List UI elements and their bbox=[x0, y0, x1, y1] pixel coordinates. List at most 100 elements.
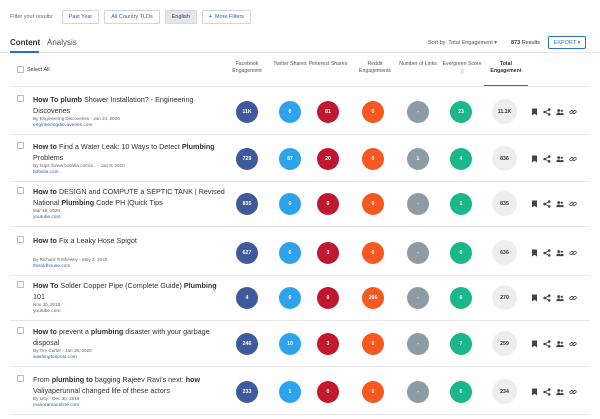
col-facebook[interactable]: Facebook Engagement bbox=[225, 61, 269, 75]
people-icon[interactable] bbox=[556, 108, 564, 116]
article-title-link[interactable]: How to Fix a Leaky Hose Spigot bbox=[33, 236, 229, 247]
share-icon[interactable] bbox=[543, 108, 551, 116]
total-engagement-badge: 11.1K bbox=[492, 99, 517, 124]
article-title-link[interactable]: How To plumb Shower Installation? - Engi… bbox=[33, 95, 229, 116]
article-meta: Mar 15, 2020 bbox=[33, 208, 61, 213]
keyword-highlight: How to bbox=[33, 142, 57, 151]
article-domain-link[interactable]: manoramaonline.com bbox=[33, 403, 79, 408]
article-title-link[interactable]: From plumbing to bagging Rajeev Ravi's n… bbox=[33, 375, 229, 396]
share-icon[interactable] bbox=[543, 340, 551, 348]
keyword-highlight: How To bbox=[33, 281, 59, 290]
share-icon[interactable] bbox=[543, 249, 551, 257]
pinterest-metric-badge: 20 bbox=[317, 148, 339, 170]
bookmark-icon[interactable] bbox=[530, 200, 538, 208]
row-checkbox[interactable] bbox=[17, 142, 24, 149]
people-icon[interactable] bbox=[556, 155, 564, 163]
more-filters-button[interactable]: + More Filters bbox=[201, 10, 252, 24]
bookmark-icon[interactable] bbox=[530, 388, 538, 396]
article-title-link[interactable]: How to prevent a plumbing disaster with … bbox=[33, 327, 229, 348]
result-row: From plumbing to bagging Rajeev Ravi's n… bbox=[0, 370, 600, 416]
filter-english-button[interactable]: English bbox=[164, 10, 197, 24]
article-domain-link[interactable]: washingtonpost.com bbox=[33, 355, 77, 360]
bookmark-icon[interactable] bbox=[530, 249, 538, 257]
share-icon[interactable] bbox=[543, 200, 551, 208]
row-checkbox[interactable] bbox=[17, 95, 24, 102]
col-total[interactable]: Total Engagement bbox=[484, 61, 528, 75]
col-pinterest[interactable]: Pinterest Shares bbox=[306, 61, 350, 68]
article-title-link[interactable]: How to DESIGN and COMPUTE a SEPTIC TANK … bbox=[33, 187, 229, 208]
select-all-checkbox[interactable] bbox=[17, 66, 24, 73]
link-icon[interactable] bbox=[569, 108, 577, 116]
twitter-metric-badge: 0 bbox=[279, 287, 301, 309]
col-reddit[interactable]: Reddit Engagements bbox=[353, 61, 397, 75]
row-checkbox[interactable] bbox=[17, 375, 24, 382]
row-checkbox[interactable] bbox=[17, 236, 24, 243]
col-evergreen-label: Evergreen Score bbox=[442, 61, 482, 67]
row-actions bbox=[530, 294, 582, 302]
people-icon[interactable] bbox=[556, 249, 564, 257]
share-icon[interactable] bbox=[543, 388, 551, 396]
article-title-link[interactable]: How to Find a Water Leak: 10 Ways to Det… bbox=[33, 142, 229, 163]
article-domain-link[interactable]: youtube.com bbox=[33, 309, 60, 314]
row-checkbox[interactable] bbox=[17, 327, 24, 334]
title-text: Valiyaperunnal changed life of these act… bbox=[33, 385, 170, 395]
facebook-metric-badge: 4 bbox=[236, 287, 258, 309]
title-text: From bbox=[33, 375, 52, 384]
sort-dropdown[interactable]: Sort by: Total Engagement ▾ bbox=[428, 40, 497, 46]
link-icon[interactable] bbox=[569, 249, 577, 257]
row-actions bbox=[530, 200, 582, 208]
reddit-metric-badge: 0 bbox=[362, 193, 384, 215]
people-icon[interactable] bbox=[556, 340, 564, 348]
links-metric-badge: 1 bbox=[407, 148, 429, 170]
links-metric-badge: - bbox=[407, 193, 429, 215]
tab-content[interactable]: Content bbox=[10, 38, 40, 47]
pinterest-metric-badge: 3 bbox=[317, 333, 339, 355]
link-icon[interactable] bbox=[569, 388, 577, 396]
article-domain-link[interactable]: bobvila.com bbox=[33, 170, 59, 175]
active-tab-indicator bbox=[10, 51, 39, 53]
article-title-link[interactable]: How To Solder Copper Pipe (Complete Guid… bbox=[33, 281, 229, 302]
title-text: Fix a Leaky Hose Spigot bbox=[56, 236, 137, 245]
evergreen-metric-badge: 23 bbox=[450, 101, 472, 123]
col-links[interactable]: Number of Links bbox=[396, 61, 440, 68]
title-text: Code PH |Quick Tips bbox=[94, 197, 163, 207]
total-engagement-badge: 259 bbox=[492, 331, 517, 356]
share-icon[interactable] bbox=[543, 155, 551, 163]
links-metric-badge: - bbox=[407, 381, 429, 403]
export-button[interactable]: EXPORT ▾ bbox=[548, 36, 586, 49]
bookmark-icon[interactable] bbox=[530, 340, 538, 348]
tab-analysis[interactable]: Analysis bbox=[47, 38, 77, 47]
link-icon[interactable] bbox=[569, 155, 577, 163]
chevron-down-icon: ▾ bbox=[494, 40, 498, 46]
article-meta: By Tim Carter - Jan 28, 2020 bbox=[33, 348, 92, 353]
bookmark-icon[interactable] bbox=[530, 294, 538, 302]
total-engagement-badge: 234 bbox=[492, 379, 517, 404]
people-icon[interactable] bbox=[556, 294, 564, 302]
link-icon[interactable] bbox=[569, 200, 577, 208]
people-icon[interactable] bbox=[556, 200, 564, 208]
filter-country-tlds-button[interactable]: All Country TLDs bbox=[104, 10, 160, 24]
link-icon[interactable] bbox=[569, 294, 577, 302]
share-icon[interactable] bbox=[543, 294, 551, 302]
more-filters-label: More Filters bbox=[215, 14, 245, 20]
filter-past-year-button[interactable]: Past Year bbox=[61, 10, 100, 24]
article-domain-link[interactable]: engineeringdiscoveries.com bbox=[33, 123, 92, 128]
bookmark-icon[interactable] bbox=[530, 155, 538, 163]
col-evergreen[interactable]: Evergreen Score ⓘ bbox=[440, 61, 484, 76]
plus-icon: + bbox=[208, 14, 212, 20]
title-text: bagging Rajeev Ravi's next: bbox=[92, 375, 186, 384]
total-engagement-badge: 636 bbox=[492, 240, 517, 265]
result-row: How to prevent a plumbing disaster with … bbox=[0, 322, 600, 368]
link-icon[interactable] bbox=[569, 340, 577, 348]
sort-label: Sort by: Total Engagement bbox=[428, 40, 493, 46]
article-domain-link[interactable]: thisoldhouse.com bbox=[33, 264, 70, 269]
row-checkbox[interactable] bbox=[17, 281, 24, 288]
bookmark-icon[interactable] bbox=[530, 108, 538, 116]
article-domain-link[interactable]: youtube.com bbox=[33, 215, 60, 220]
keyword-highlight: How To plumb bbox=[33, 95, 82, 104]
row-divider bbox=[10, 414, 590, 415]
facebook-metric-badge: 627 bbox=[236, 242, 258, 264]
people-icon[interactable] bbox=[556, 388, 564, 396]
article-meta: Nov 30, 2019 bbox=[33, 302, 61, 307]
row-checkbox[interactable] bbox=[17, 187, 24, 194]
